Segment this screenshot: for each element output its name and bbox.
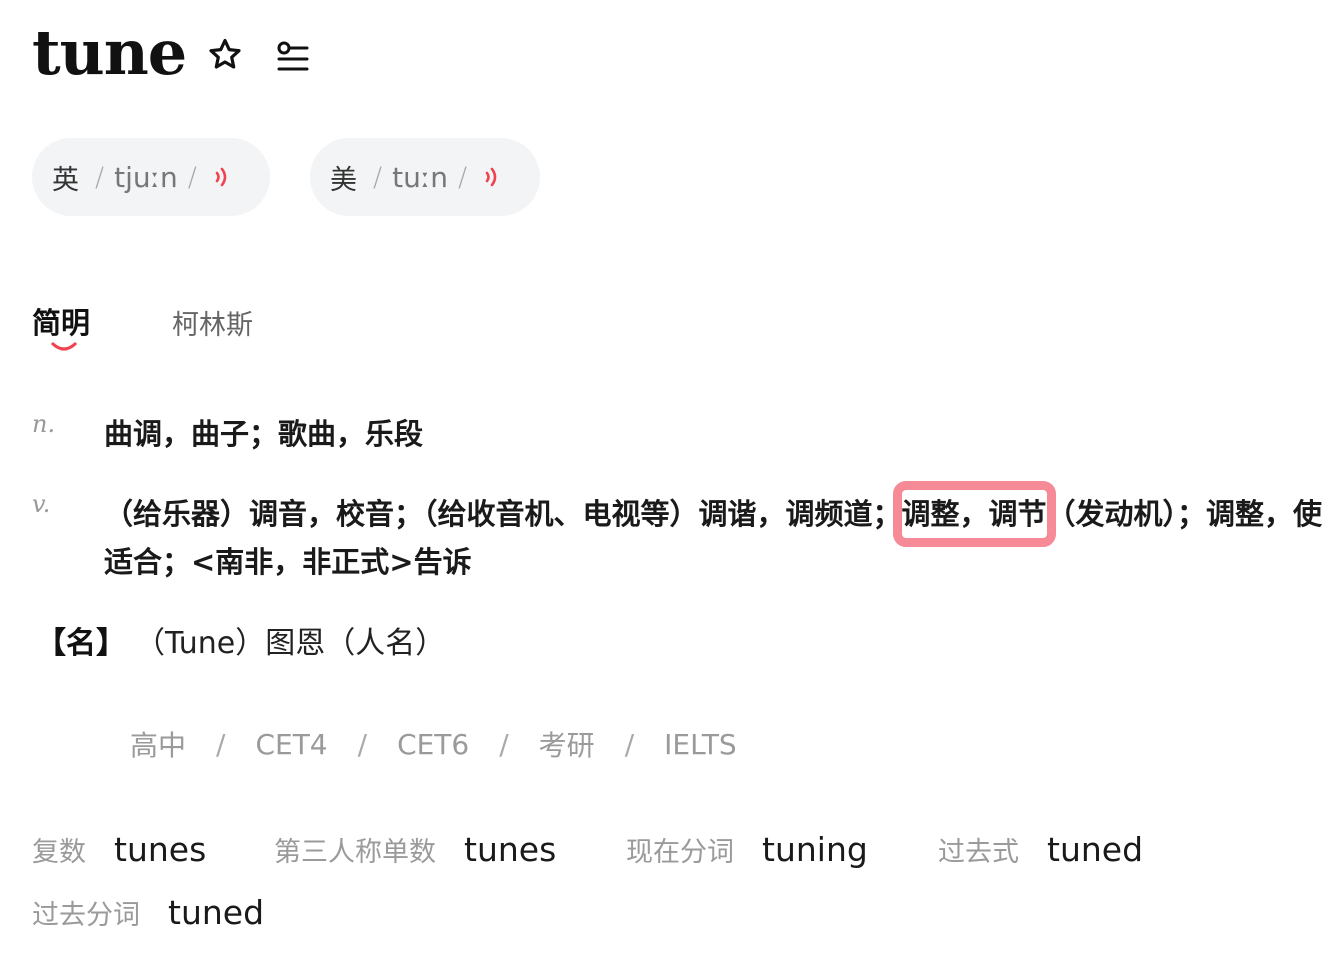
star-icon[interactable] xyxy=(206,36,244,74)
inflection-past-tense: 过去式 tuned xyxy=(938,830,1143,869)
slash-divider: / xyxy=(458,161,468,193)
inflection-form[interactable]: tunes xyxy=(464,830,556,869)
speaker-icon[interactable] xyxy=(213,164,233,190)
inflection-label: 过去式 xyxy=(938,837,1019,868)
highlighted-definition: 调整，调节 xyxy=(892,481,1056,547)
headword: tune xyxy=(32,16,187,89)
inflection-form[interactable]: tuning xyxy=(762,830,868,869)
name-entry: 【名】 （Tune）图恩（人名） xyxy=(36,618,445,662)
inflection-form[interactable]: tuned xyxy=(1047,830,1143,869)
tag-separator: / xyxy=(216,727,226,761)
phonetic-text: tuːn xyxy=(392,160,449,194)
part-of-speech: v. xyxy=(32,490,51,518)
exam-tags: 高中 / CET4 / CET6 / 考研 / IELTS xyxy=(130,724,737,764)
definition-segment: （给乐器）调音，校音；（给收音机、电视等）调谐，调频道； xyxy=(104,497,902,531)
inflection-past-participle: 过去分词 tuned xyxy=(32,893,264,932)
tab-collins[interactable]: 柯林斯 xyxy=(172,303,253,342)
wordlist-icon[interactable] xyxy=(274,36,310,74)
part-of-speech: n. xyxy=(32,410,56,438)
tab-simple[interactable]: 简明 xyxy=(32,300,90,342)
speaker-icon[interactable] xyxy=(483,164,503,190)
region-label: 英 xyxy=(52,164,79,196)
pronunciation-uk-button[interactable]: 英 / tjuːn / xyxy=(32,138,270,216)
slash-divider: / xyxy=(373,161,383,193)
phonetic-text: tjuːn xyxy=(114,160,178,194)
slash-divider: / xyxy=(187,161,197,193)
exam-tag: 高中 xyxy=(130,729,187,762)
inflection-third-person: 第三人称单数 tunes xyxy=(274,830,556,869)
tag-separator: / xyxy=(624,727,635,761)
region-label: 美 xyxy=(330,164,357,196)
active-tab-indicator xyxy=(51,342,77,351)
definition-text: 曲调，曲子；歌曲，乐段 xyxy=(104,417,424,451)
inflection-plural: 复数 tunes xyxy=(32,830,206,869)
inflection-form[interactable]: tunes xyxy=(114,830,206,869)
tag-separator: / xyxy=(499,727,509,761)
tag-separator: / xyxy=(357,727,368,761)
exam-tag: IELTS xyxy=(664,727,737,761)
inflection-label: 复数 xyxy=(32,837,86,868)
name-definition: （Tune）图恩（人名） xyxy=(150,626,446,661)
inflection-label: 第三人称单数 xyxy=(274,837,436,868)
exam-tag: 考研 xyxy=(538,729,595,762)
exam-tag: CET4 xyxy=(255,727,328,761)
inflection-present-participle: 现在分词 tuning xyxy=(626,830,868,869)
inflection-label: 现在分词 xyxy=(626,837,734,868)
exam-tag: CET6 xyxy=(397,727,470,761)
pronunciation-us-button[interactable]: 美 / tuːn / xyxy=(310,138,540,216)
name-tag: 【名】 xyxy=(36,626,126,661)
inflection-label: 过去分词 xyxy=(32,900,140,931)
definition-text: （给乐器）调音，校音；（给收音机、电视等）调谐，调频道；调整，调节（发动机）；调… xyxy=(104,481,1324,586)
slash-divider: / xyxy=(95,161,105,193)
inflection-form[interactable]: tuned xyxy=(168,893,264,932)
